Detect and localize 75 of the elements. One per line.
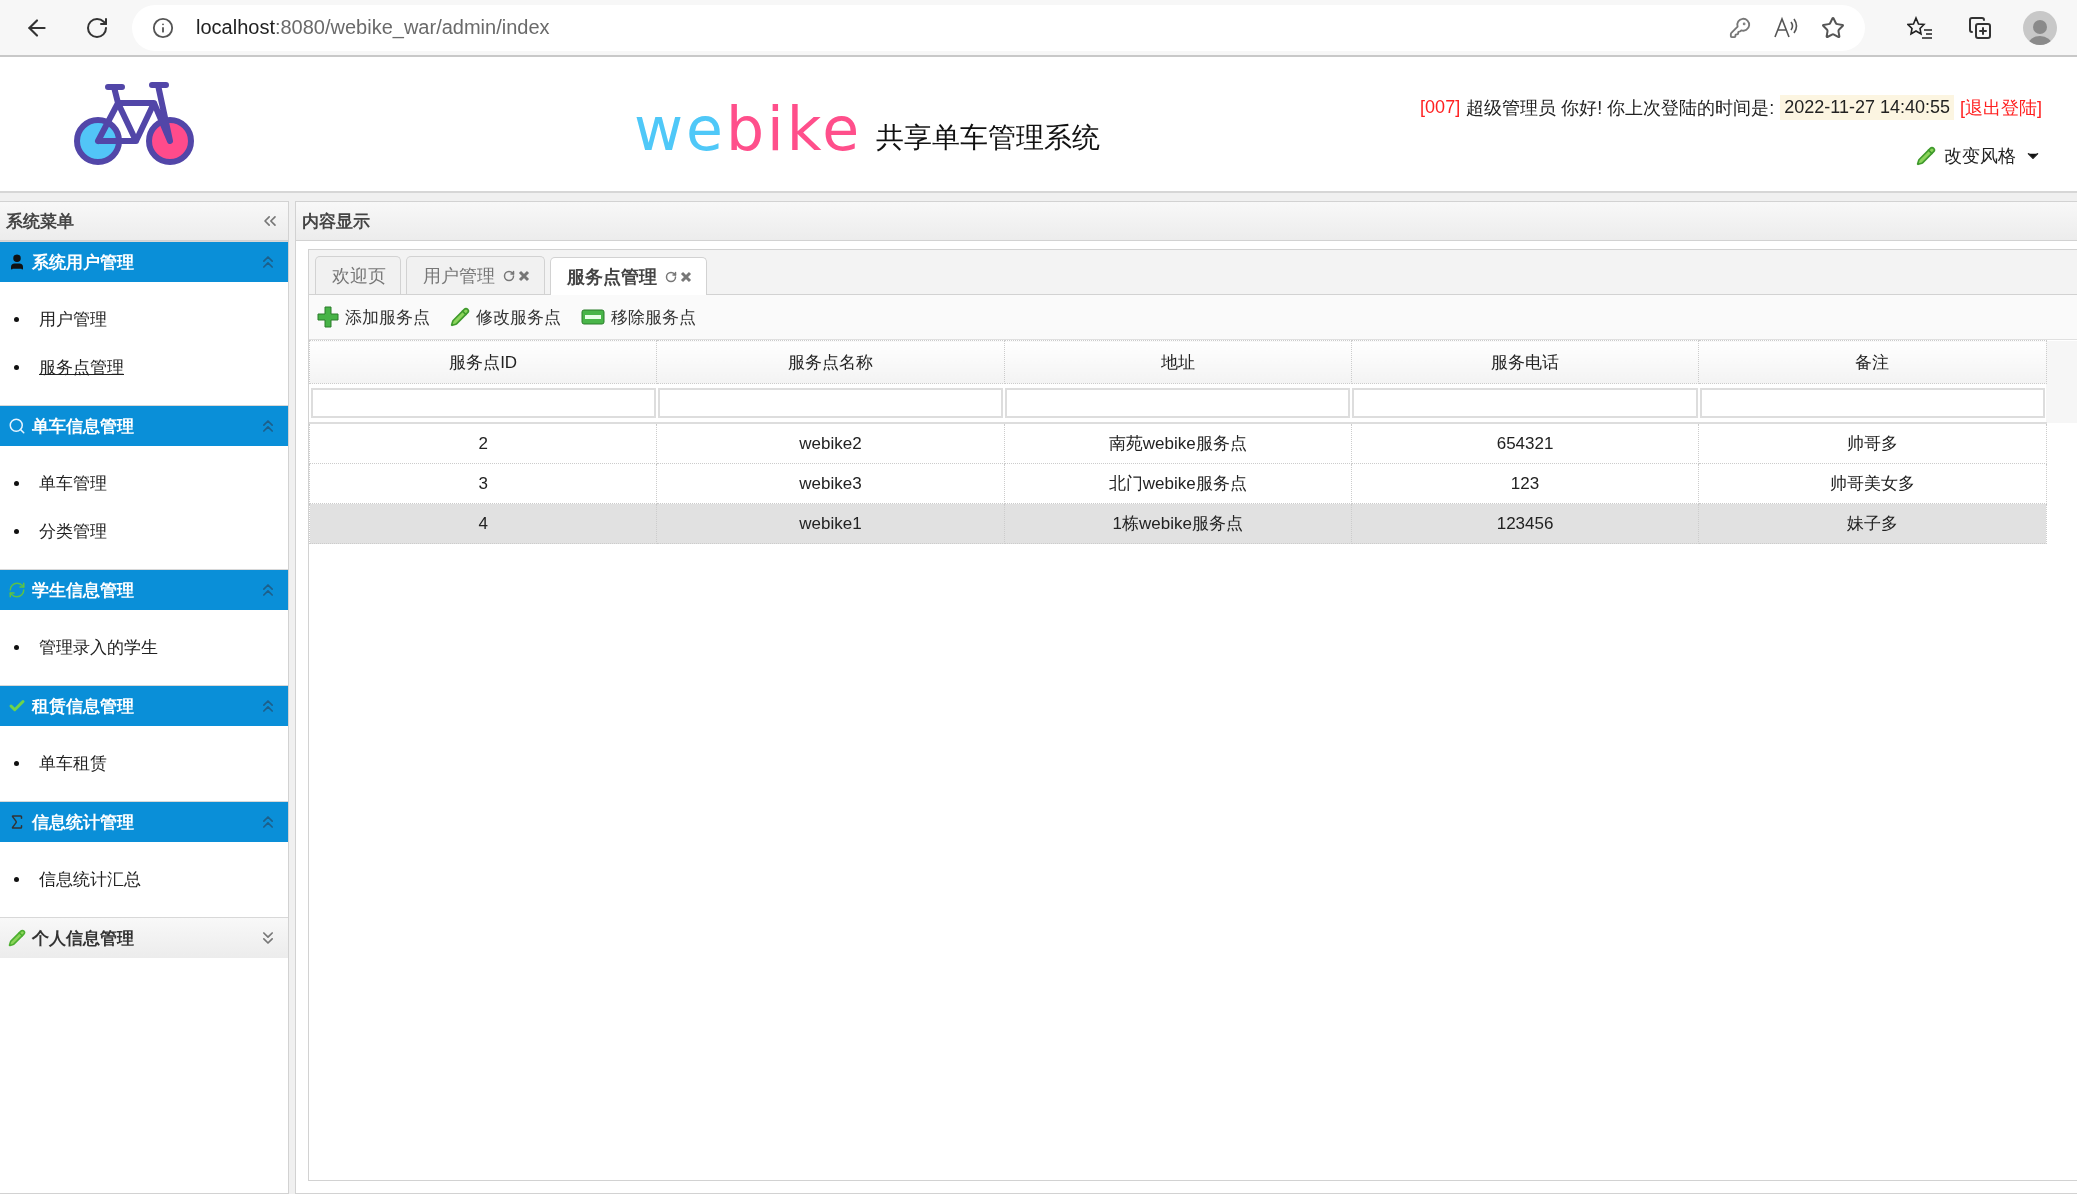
menu-group-header[interactable]: 信息统计管理 bbox=[0, 801, 288, 842]
sidebar-title: 系统菜单 bbox=[6, 210, 74, 233]
tab[interactable]: 欢迎页 bbox=[315, 256, 401, 294]
pencil-icon bbox=[1916, 146, 1936, 166]
filter-field[interactable] bbox=[1005, 388, 1351, 418]
reload-icon bbox=[85, 15, 109, 40]
column-header[interactable]: 服务点名称 bbox=[656, 340, 1005, 384]
table-cell: 4 bbox=[309, 503, 657, 544]
read-aloud-icon[interactable] bbox=[1773, 15, 1799, 40]
tab[interactable]: 用户管理 bbox=[406, 256, 545, 294]
filter-field[interactable] bbox=[1699, 388, 2045, 418]
collections-icon bbox=[1968, 15, 1992, 40]
refresh-icon bbox=[8, 581, 26, 599]
address-bar[interactable]: localhost:8080/webike_war/admin/index bbox=[132, 4, 1865, 51]
close-icon[interactable] bbox=[518, 269, 530, 282]
add-favorite-icon[interactable] bbox=[1821, 15, 1845, 40]
menu-group-header[interactable]: 系统用户管理 bbox=[0, 241, 288, 282]
system-title: 共享单车管理系统 bbox=[876, 120, 1101, 156]
pencil-icon bbox=[450, 307, 470, 327]
table-cell: webike1 bbox=[656, 503, 1005, 544]
greeting-text: 超级管理员 你好! 你上次登陆的时间是: bbox=[1466, 96, 1775, 120]
filter-field[interactable] bbox=[310, 388, 656, 418]
logout-link[interactable]: [退出登陆] bbox=[1960, 95, 2042, 120]
menu-item[interactable]: 单车租赁 bbox=[39, 752, 107, 775]
toolbar-button[interactable]: 修改服务点 bbox=[450, 305, 561, 329]
user-id: [007] bbox=[1420, 97, 1461, 118]
refresh-icon[interactable] bbox=[503, 269, 515, 282]
close-icon[interactable] bbox=[680, 270, 692, 283]
pencil-icon bbox=[8, 929, 26, 947]
menu-item[interactable]: 服务点管理 bbox=[39, 356, 124, 379]
add-icon bbox=[317, 306, 339, 328]
table-cell: 2 bbox=[309, 423, 657, 464]
search-icon bbox=[8, 417, 26, 435]
filter-field[interactable] bbox=[1352, 388, 1698, 418]
toolbar-button[interactable]: 移除服务点 bbox=[581, 305, 696, 329]
refresh-icon[interactable] bbox=[665, 270, 677, 283]
menu-item[interactable]: 分类管理 bbox=[39, 520, 107, 543]
key-icon[interactable] bbox=[1729, 16, 1751, 39]
logo-text: webike bbox=[633, 94, 863, 164]
menu-group-header[interactable]: 学生信息管理 bbox=[0, 569, 288, 610]
menu-group-header[interactable]: 个人信息管理 bbox=[0, 917, 288, 958]
table-cell: 南苑webike服务点 bbox=[1004, 423, 1352, 464]
table-cell: webike2 bbox=[656, 423, 1005, 464]
column-header[interactable]: 备注 bbox=[1698, 340, 2046, 384]
menu-item[interactable]: 用户管理 bbox=[39, 308, 107, 331]
table-cell: 123 bbox=[1351, 463, 1699, 504]
table-cell: 3 bbox=[309, 463, 657, 504]
toolbar-button[interactable]: 添加服务点 bbox=[317, 305, 430, 329]
column-header[interactable]: 地址 bbox=[1004, 340, 1352, 384]
table-cell: 帅哥多 bbox=[1698, 423, 2046, 464]
menu-item[interactable]: 单车管理 bbox=[39, 472, 107, 495]
menu-group-header[interactable]: 单车信息管理 bbox=[0, 405, 288, 446]
panel-title: 内容显示 bbox=[302, 210, 370, 233]
table-cell: webike3 bbox=[656, 463, 1005, 504]
table-cell: 123456 bbox=[1351, 503, 1699, 544]
last-login-time: 2022-11-27 14:40:55 bbox=[1780, 95, 1954, 120]
url-text: localhost:8080/webike_war/admin/index bbox=[196, 16, 551, 39]
theme-dropdown[interactable]: 改变风格 bbox=[1916, 144, 2042, 168]
avatar-icon bbox=[2023, 10, 2057, 45]
table-cell: 妹子多 bbox=[1698, 503, 2046, 544]
table-cell: 帅哥美女多 bbox=[1698, 463, 2046, 504]
filter-field[interactable] bbox=[657, 388, 1004, 418]
column-header[interactable]: 服务电话 bbox=[1351, 340, 1699, 384]
table-cell: 1栋webike服务点 bbox=[1004, 503, 1352, 544]
column-header[interactable]: 服务点ID bbox=[309, 340, 657, 384]
menu-item[interactable]: 管理录入的学生 bbox=[39, 636, 158, 659]
menu-group-header[interactable]: 租赁信息管理 bbox=[0, 685, 288, 726]
table-cell: 北门webike服务点 bbox=[1004, 463, 1352, 504]
table-cell: 654321 bbox=[1351, 423, 1699, 464]
remove-icon bbox=[581, 309, 605, 325]
menu-item[interactable]: 信息统计汇总 bbox=[39, 868, 141, 891]
tab[interactable]: 服务点管理 bbox=[550, 257, 707, 295]
favorites-icon bbox=[1907, 15, 1933, 40]
user-icon bbox=[8, 253, 26, 271]
info-icon bbox=[152, 16, 174, 39]
